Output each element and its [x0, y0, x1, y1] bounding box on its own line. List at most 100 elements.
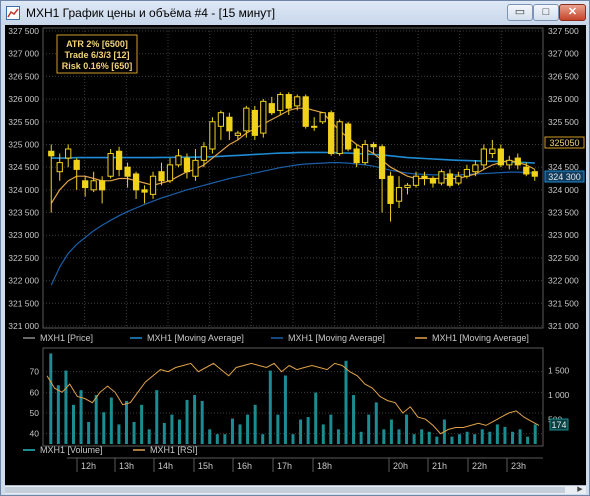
price-volume-chart[interactable]: 327 500 327 500 327 000 327 000 326 500 326 5…	[5, 25, 586, 485]
candle	[506, 159, 513, 166]
candle	[82, 180, 89, 189]
volume-bar	[458, 434, 462, 444]
minimize-button[interactable]: ▭	[507, 4, 533, 21]
time-label: 20h	[393, 461, 408, 471]
rsi-tick: 60	[30, 387, 40, 397]
candle	[387, 175, 394, 204]
candle	[234, 132, 241, 136]
volume-bar	[49, 353, 53, 444]
candle	[294, 96, 301, 107]
price-tick-right: 321 000	[548, 321, 579, 331]
volume-bar	[246, 414, 250, 444]
price-tick-left: 324 000	[8, 185, 39, 195]
price-tick-right: 322 500	[548, 253, 579, 263]
volume-bar	[109, 397, 113, 444]
price-tick-right: 324 000	[548, 185, 579, 195]
candle	[277, 94, 284, 111]
volume-bar	[420, 429, 424, 444]
candle	[90, 180, 97, 191]
time-label: 16h	[237, 461, 252, 471]
volume-bar	[283, 375, 287, 444]
price-tick-right: 321 500	[548, 298, 579, 308]
info-atr: ATR 2% [6500]	[66, 39, 128, 49]
volume-bar	[526, 436, 530, 444]
volume-bar	[488, 431, 492, 444]
time-axis: 12h 13h 14h 15h 16h 17h 18h 20h 21h 22h 23h	[76, 458, 526, 472]
price-tick-right: 326 500	[548, 71, 579, 81]
volume-bar	[299, 419, 303, 444]
price-tick-left: 322 500	[8, 253, 39, 263]
price-tag-upper: 325050	[544, 136, 585, 149]
rsi-tick: 40	[30, 429, 40, 439]
time-label: 14h	[158, 461, 173, 471]
price-tick-left: 323 500	[8, 208, 39, 218]
candle	[285, 94, 292, 109]
maximize-button[interactable]: □	[533, 4, 559, 21]
volume-bar	[147, 429, 151, 444]
volume-bar	[117, 424, 121, 444]
title-bar[interactable]: MXH1 График цены и объёма #4 - [15 минут…	[1, 1, 589, 25]
time-label: 22h	[472, 461, 487, 471]
candle	[421, 175, 428, 180]
time-label: 21h	[432, 461, 447, 471]
info-box: ATR 2% [6500] Trade 6/3/3 [12] Risk 0.16…	[56, 34, 138, 74]
svg-text:174: 174	[551, 420, 566, 430]
candle	[353, 148, 360, 164]
volume-bar	[503, 426, 507, 444]
volume-bar	[352, 395, 356, 444]
price-tick-right: 323 500	[548, 208, 579, 218]
candle	[446, 173, 454, 186]
volume-bar	[359, 431, 363, 444]
volume-bar	[367, 414, 371, 444]
chart-area[interactable]: 327 500 327 500 327 000 327 000 326 500 326 5…	[5, 25, 586, 493]
horizontal-scrollbar[interactable]: ▶	[5, 485, 586, 494]
volume-tick: 1 500	[548, 366, 570, 376]
volume-bar	[412, 434, 416, 444]
volume-bar	[238, 424, 242, 444]
volume-bar	[56, 385, 60, 444]
volume-bar	[276, 414, 280, 444]
candle	[251, 109, 258, 136]
candle	[166, 164, 174, 182]
rsi-tick: 70	[30, 367, 40, 377]
volume-bar	[473, 434, 477, 444]
price-tick-right: 322 000	[548, 276, 579, 286]
volume-bar	[185, 399, 189, 444]
price-tick-left: 326 500	[8, 71, 39, 81]
candle	[472, 164, 479, 173]
price-tick-right: 325 500	[548, 117, 579, 127]
volume-bar	[389, 419, 393, 444]
candle	[56, 162, 63, 173]
legend-price: MXH1 [Price]	[40, 333, 93, 343]
candle	[523, 166, 530, 175]
volume-bar	[405, 414, 409, 444]
legend-ma-2: MXH1 [Moving Average]	[288, 333, 385, 343]
time-label: 12h	[81, 461, 96, 471]
candle	[328, 112, 335, 155]
candle	[141, 189, 148, 193]
info-risk: Risk 0.16% [650]	[62, 61, 133, 71]
candle	[107, 153, 114, 177]
volume-bar	[435, 436, 439, 444]
volume-bar	[344, 360, 348, 444]
candle	[455, 175, 462, 184]
price-tick-left: 324 500	[8, 162, 39, 172]
volume-bar	[177, 419, 181, 444]
scrollbar-thumb[interactable]	[5, 487, 565, 493]
volume-bar	[427, 431, 431, 444]
candle	[531, 171, 538, 177]
volume-bar	[253, 404, 257, 444]
volume-bar	[230, 418, 234, 444]
volume-bar	[291, 434, 295, 444]
volume-bar	[533, 424, 537, 444]
volume-bar	[87, 421, 91, 444]
volume-bar	[215, 434, 219, 444]
time-label: 15h	[198, 461, 213, 471]
close-button[interactable]: ✕	[559, 4, 586, 21]
volume-bar	[71, 404, 75, 444]
scroll-right-arrow-icon[interactable]: ▶	[574, 486, 586, 494]
time-label: 17h	[277, 461, 292, 471]
legend-ma-1: MXH1 [Moving Average]	[147, 333, 244, 343]
candle	[489, 148, 496, 155]
candle	[158, 171, 165, 182]
